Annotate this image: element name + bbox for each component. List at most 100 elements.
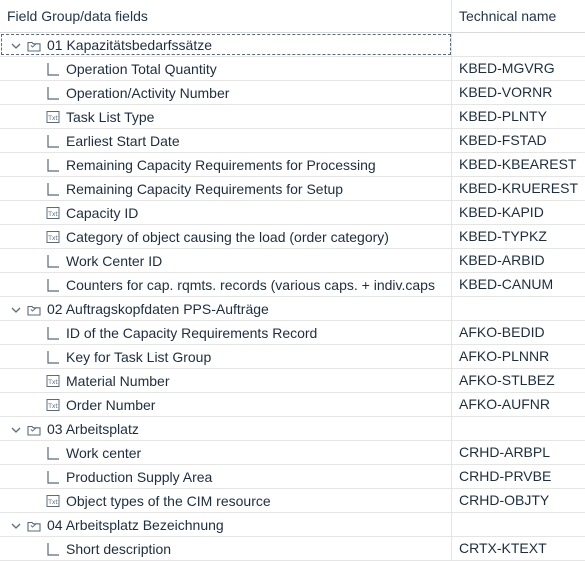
- field-label: Capacity ID: [66, 204, 139, 221]
- technical-name: AFKO-PLNNR: [459, 348, 550, 364]
- group-label: 01 Kapazitätsbedarfssätze: [47, 36, 212, 53]
- field-cell: Txt Object types of the CIM resource: [0, 489, 452, 512]
- field-label: Remaining Capacity Requirements for Proc…: [66, 156, 376, 173]
- tree-field-row[interactable]: Txt Order Number AFKO-AUFNR: [0, 393, 585, 417]
- chevron-down-icon[interactable]: [10, 303, 22, 315]
- technical-name: KBED-ARBID: [459, 252, 545, 268]
- group-label: 03 Arbeitsplatz: [47, 420, 139, 437]
- field-label: Counters for cap. rqmts. records (variou…: [66, 276, 435, 293]
- field-label: Object types of the CIM resource: [66, 492, 271, 509]
- group-tech-cell: [452, 417, 585, 440]
- svg-text:Txt: Txt: [47, 115, 58, 122]
- field-icon: [46, 254, 60, 268]
- group-tech-cell: [452, 513, 585, 536]
- folder-icon: [27, 39, 41, 52]
- field-icon: [46, 86, 60, 100]
- group-tech-cell: [452, 33, 585, 56]
- field-icon: [46, 62, 60, 76]
- technical-name: KBED-VORNR: [459, 84, 553, 100]
- field-icon: [46, 158, 60, 172]
- tree-field-row[interactable]: Txt Category of object causing the load (…: [0, 225, 585, 249]
- group-cell: 01 Kapazitätsbedarfssätze: [0, 33, 452, 56]
- tree-group-row[interactable]: 02 Auftragskopfdaten PPS-Aufträge: [0, 297, 585, 321]
- tree-field-row[interactable]: Txt Capacity ID KBED-KAPID: [0, 201, 585, 225]
- field-icon: [46, 350, 60, 364]
- tree-field-row[interactable]: Remaining Capacity Requirements for Proc…: [0, 153, 585, 177]
- field-tree: Field Group/data fields Technical name 0…: [0, 0, 585, 561]
- field-cell: Production Supply Area: [0, 465, 452, 488]
- tree-field-row[interactable]: Short description CRTX-KTEXT: [0, 537, 585, 561]
- tree-field-row[interactable]: Txt Task List Type KBED-PLNTY: [0, 105, 585, 129]
- folder-icon: [27, 519, 41, 532]
- field-label: Operation Total Quantity: [66, 60, 217, 77]
- field-label: Short description: [66, 540, 172, 557]
- technical-name: KBED-CANUM: [459, 276, 554, 292]
- folder-icon: [27, 303, 41, 316]
- field-label: Order Number: [66, 396, 156, 413]
- field-cell: Txt Material Number: [0, 369, 452, 392]
- tree-field-row[interactable]: Txt Material Number AFKO-STLBEZ: [0, 369, 585, 393]
- svg-text:Txt: Txt: [47, 235, 58, 242]
- technical-name: CRHD-ARBPL: [459, 444, 551, 460]
- chevron-down-icon[interactable]: [10, 519, 22, 531]
- field-cell: Txt Order Number: [0, 393, 452, 416]
- chevron-down-icon[interactable]: [10, 423, 22, 435]
- technical-name: KBED-TYPKZ: [459, 228, 547, 244]
- group-cell: 04 Arbeitsplatz Bezeichnung: [0, 513, 452, 536]
- field-icon: [46, 446, 60, 460]
- field-icon: [46, 326, 60, 340]
- technical-name: AFKO-BEDID: [459, 324, 545, 340]
- svg-text:Txt: Txt: [47, 403, 58, 410]
- technical-name: AFKO-STLBEZ: [459, 372, 555, 388]
- field-cell: Txt Category of object causing the load (…: [0, 225, 452, 248]
- tree-field-row[interactable]: Production Supply Area CRHD-PRVBE: [0, 465, 585, 489]
- text-field-icon: Txt: [46, 230, 60, 244]
- tree-field-row[interactable]: Counters for cap. rqmts. records (variou…: [0, 273, 585, 297]
- tree-group-row[interactable]: 01 Kapazitätsbedarfssätze: [0, 33, 585, 57]
- tree-group-row[interactable]: 03 Arbeitsplatz: [0, 417, 585, 441]
- tree-field-row[interactable]: Work center CRHD-ARBPL: [0, 441, 585, 465]
- technical-name: KBED-PLNTY: [459, 108, 547, 124]
- field-cell: Operation/Activity Number: [0, 81, 452, 104]
- field-label: Work Center ID: [66, 252, 163, 269]
- field-cell: Txt Capacity ID: [0, 201, 452, 224]
- technical-name: KBED-KBEAREST: [459, 156, 577, 172]
- tree-field-row[interactable]: Key for Task List Group AFKO-PLNNR: [0, 345, 585, 369]
- tree-field-row[interactable]: Remaining Capacity Requirements for Setu…: [0, 177, 585, 201]
- field-cell: Key for Task List Group: [0, 345, 452, 368]
- tree-field-row[interactable]: Txt Object types of the CIM resource CRHD-…: [0, 489, 585, 513]
- group-cell: 03 Arbeitsplatz: [0, 417, 452, 440]
- field-label: Key for Task List Group: [66, 348, 212, 365]
- field-icon: [46, 542, 60, 556]
- tree-group-row[interactable]: 04 Arbeitsplatz Bezeichnung: [0, 513, 585, 537]
- svg-text:Txt: Txt: [47, 499, 58, 506]
- field-label: Work center: [66, 444, 142, 461]
- group-label: 02 Auftragskopfdaten PPS-Aufträge: [47, 300, 269, 317]
- text-field-icon: Txt: [46, 398, 60, 412]
- field-icon: [46, 470, 60, 484]
- column-header-technical-name[interactable]: Technical name: [452, 0, 585, 32]
- tree-field-row[interactable]: ID of the Capacity Requirements Record AF…: [0, 321, 585, 345]
- field-label: Operation/Activity Number: [66, 84, 230, 101]
- field-cell: Earliest Start Date: [0, 129, 452, 152]
- group-tech-cell: [452, 297, 585, 320]
- tree-field-row[interactable]: Operation Total Quantity KBED-MGVRG: [0, 57, 585, 81]
- technical-name: CRTX-KTEXT: [459, 540, 547, 556]
- field-cell: Remaining Capacity Requirements for Setu…: [0, 177, 452, 200]
- field-label: Remaining Capacity Requirements for Setu…: [66, 180, 344, 197]
- group-label: 04 Arbeitsplatz Bezeichnung: [47, 516, 224, 533]
- field-cell: Short description: [0, 537, 452, 560]
- column-header-field[interactable]: Field Group/data fields: [0, 0, 452, 32]
- tree-field-row[interactable]: Earliest Start Date KBED-FSTAD: [0, 129, 585, 153]
- field-cell: ID of the Capacity Requirements Record: [0, 321, 452, 344]
- field-cell: Counters for cap. rqmts. records (variou…: [0, 273, 452, 296]
- group-cell: 02 Auftragskopfdaten PPS-Aufträge: [0, 297, 452, 320]
- field-icon: [46, 278, 60, 292]
- folder-icon: [27, 423, 41, 436]
- tree-field-row[interactable]: Work Center ID KBED-ARBID: [0, 249, 585, 273]
- chevron-down-icon[interactable]: [10, 39, 22, 51]
- field-cell: Work center: [0, 441, 452, 464]
- technical-name: KBED-KAPID: [459, 204, 544, 220]
- field-cell: Work Center ID: [0, 249, 452, 272]
- tree-field-row[interactable]: Operation/Activity Number KBED-VORNR: [0, 81, 585, 105]
